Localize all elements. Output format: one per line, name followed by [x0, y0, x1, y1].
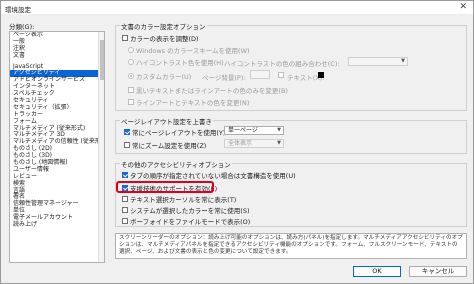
highlight-annotation — [116, 181, 214, 193]
category-item[interactable]: 読み上げ — [10, 221, 104, 229]
focus-border-option[interactable]: ボーフォイドをファイルモードで表示(O) — [122, 216, 250, 226]
text-cursor-option[interactable]: テキスト選択カーソルを常に表示(T) — [122, 194, 236, 204]
scrollbar-thumb[interactable] — [100, 40, 104, 80]
text-color-checkbox[interactable] — [278, 72, 284, 78]
layout-select[interactable]: 単一ページ ▼ — [224, 126, 284, 135]
categories-label: 分類(G): — [9, 23, 35, 31]
windows-scheme-label: Windows のカラースキームを使用(W) — [136, 47, 250, 55]
tab-order-option[interactable]: タブの順序が指定されていない場合は文書構造を使用(U) — [122, 170, 296, 180]
zoom-select-value: 全体表示 — [228, 140, 253, 147]
system-colors-checkbox[interactable] — [122, 207, 128, 213]
replace-colors-label: カラーの表示を調整(D) — [130, 35, 199, 43]
text-color-swatch[interactable] — [318, 72, 324, 78]
windows-scheme-option[interactable]: Windows のカラースキームを使用(W) — [128, 45, 250, 55]
page-group-title: ページレイアウト設定を上書き — [120, 116, 213, 126]
color-settings-group: 文書のカラー設定オプション カラーの表示を調整(D) Windows のカラース… — [115, 21, 467, 111]
color-group-title: 文書のカラー設定オプション — [120, 21, 207, 31]
replace-colors-checkbox[interactable] — [122, 35, 128, 41]
focus-border-label: ボーフォイドをファイルモードで表示(O) — [130, 218, 251, 226]
preferences-window: 環境設定 ✕ 分類(G): ページ表示 一般 注釈 文書 JavaScript アクセシビ… — [0, 0, 474, 284]
black-text-option[interactable]: 黒いテキストまたはラインアートの色のみを変更(B) — [128, 85, 288, 95]
categories-list[interactable]: ページ表示 一般 注釈 文書 JavaScript アクセシビリティ アドビオンラインサービ… — [9, 31, 105, 263]
window-title: 環境設定 — [5, 6, 31, 14]
description-box: スクリーンリーダーのオプション：読み上げ可能のオプションは、読み方(パネル)を指… — [115, 233, 467, 259]
title-bar: 環境設定 ✕ — [1, 1, 473, 14]
text-cursor-checkbox[interactable] — [122, 196, 128, 202]
custom-color-label: カスタムカラー(U) — [136, 73, 192, 81]
layout-select-value: 単一ページ — [228, 127, 258, 134]
chevron-down-icon: ▼ — [401, 58, 405, 64]
zoom-select[interactable]: 全体表示 ▼ — [224, 139, 284, 148]
custom-color-radio[interactable] — [128, 73, 134, 79]
lineart-text-label: ラインアートとテキストの色を変更(N) — [136, 99, 250, 107]
system-colors-option[interactable]: システムが選択したカラーを常に使用(S) — [122, 205, 250, 215]
always-zoom-checkbox[interactable] — [124, 142, 130, 148]
high-contrast-select[interactable]: ▼ — [348, 57, 408, 66]
chevron-down-icon: ▼ — [277, 140, 281, 146]
lineart-text-option[interactable]: ラインアートとテキストの色を変更(N) — [128, 97, 249, 107]
high-contrast-combo-label: ハイコントラストの色の組み合わせ(C): — [224, 60, 340, 68]
tab-order-checkbox[interactable] — [122, 172, 128, 178]
system-colors-label: システムが選択したカラーを常に使用(S) — [130, 207, 250, 215]
categories-scrollbar[interactable] — [98, 32, 104, 262]
page-layout-group: ページレイアウト設定を上書き 常にページレイアウトを使用(Y) 単一ページ ▼ … — [115, 116, 467, 154]
replace-colors-option[interactable]: カラーの表示を調整(D) — [122, 33, 199, 43]
page-bg-color-picker[interactable] — [250, 70, 270, 79]
close-icon[interactable]: ✕ — [459, 2, 467, 12]
text-cursor-label: テキスト選択カーソルを常に表示(T) — [130, 196, 237, 204]
category-item[interactable]: 文書 — [10, 52, 104, 60]
tab-order-label: タブの順序が指定されていない場合は文書構造を使用(U) — [130, 172, 296, 180]
high-contrast-label: ハイコントラスト色を使用(H) — [136, 59, 224, 67]
black-text-checkbox[interactable] — [128, 87, 134, 93]
lineart-text-checkbox[interactable] — [128, 99, 134, 105]
high-contrast-radio[interactable] — [128, 59, 134, 65]
page-bg-label: ページ背景(P): — [202, 74, 246, 82]
high-contrast-option[interactable]: ハイコントラスト色を使用(H) — [128, 57, 224, 67]
cancel-button[interactable]: キャンセル — [409, 266, 467, 277]
always-layout-checkbox[interactable] — [124, 129, 130, 135]
always-layout-option[interactable]: 常にページレイアウトを使用(Y) — [124, 127, 225, 137]
ok-button[interactable]: OK — [353, 266, 401, 277]
other-group-title: その他のアクセシビリティオプション — [120, 159, 232, 169]
custom-color-option[interactable]: カスタムカラー(U) — [128, 71, 191, 81]
black-text-label: 黒いテキストまたはラインアートの色のみを変更(B) — [136, 87, 288, 95]
always-zoom-option[interactable]: 常にズーム設定を使用(Z) — [124, 140, 206, 150]
always-layout-label: 常にページレイアウトを使用(Y) — [132, 129, 226, 137]
other-options-group: その他のアクセシビリティオプション タブの順序が指定されていない場合は文書構造を… — [115, 159, 467, 227]
focus-border-checkbox[interactable] — [122, 218, 128, 224]
always-zoom-label: 常にズーム設定を使用(Z) — [132, 142, 207, 150]
chevron-down-icon: ▼ — [277, 127, 281, 133]
windows-scheme-radio[interactable] — [128, 47, 134, 53]
